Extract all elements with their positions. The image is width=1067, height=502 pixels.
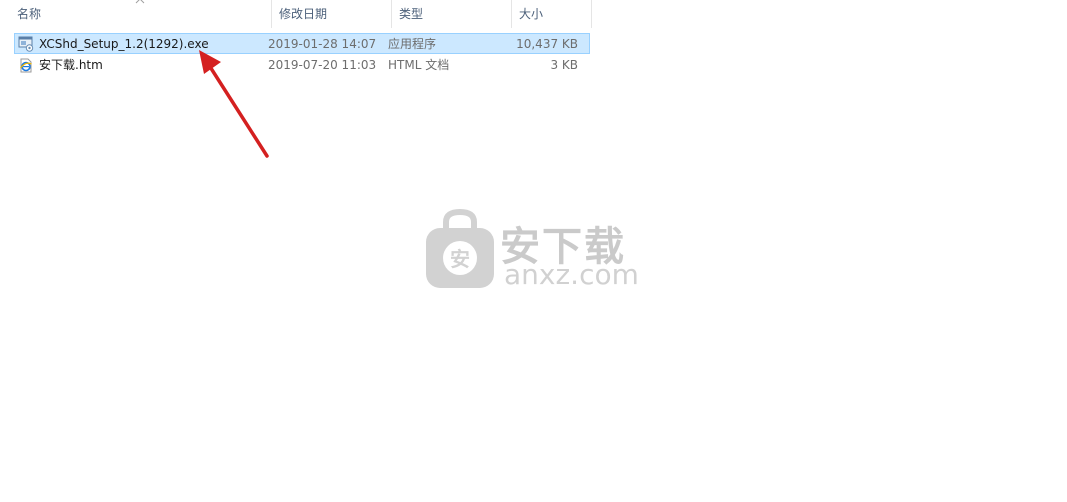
column-header-size-label: 大小 bbox=[519, 7, 544, 21]
file-date: 2019-01-28 14:07 bbox=[268, 36, 377, 51]
column-header-name[interactable]: 名称 bbox=[0, 0, 272, 28]
watermark: 安 安下载 anxz.com bbox=[424, 208, 644, 292]
column-header-date[interactable]: 修改日期 bbox=[272, 0, 392, 28]
column-header: 名称 修改日期 类型 大小 bbox=[0, 0, 592, 28]
file-type: HTML 文档 bbox=[388, 58, 450, 72]
file-size: 10,437 KB bbox=[516, 36, 578, 51]
column-header-date-label: 修改日期 bbox=[279, 7, 328, 21]
file-row-htm[interactable]: 安下载.htm 2019-07-20 11:03 HTML 文档 3 KB bbox=[14, 54, 590, 75]
file-name: 安下载.htm bbox=[39, 58, 103, 72]
file-size: 3 KB bbox=[550, 57, 578, 72]
ie-html-icon bbox=[20, 58, 32, 72]
column-header-type[interactable]: 类型 bbox=[392, 0, 512, 28]
file-type: 应用程序 bbox=[388, 37, 437, 51]
watermark-badge: 安 bbox=[450, 247, 470, 271]
watermark-text-en: anxz.com bbox=[504, 258, 639, 291]
file-row-exe[interactable]: XCShd_Setup_1.2(1292).exe 2019-01-28 14:… bbox=[14, 33, 590, 54]
column-header-type-label: 类型 bbox=[399, 7, 424, 21]
file-name: XCShd_Setup_1.2(1292).exe bbox=[39, 36, 209, 51]
watermark-lock-icon: 安 bbox=[426, 208, 494, 288]
file-date: 2019-07-20 11:03 bbox=[268, 57, 377, 72]
exe-installer-icon bbox=[18, 36, 34, 52]
sort-ascending-icon bbox=[135, 0, 145, 4]
red-arrow-annotation-icon bbox=[199, 50, 269, 158]
column-header-size[interactable]: 大小 bbox=[512, 0, 592, 28]
file-explorer-view: 名称 修改日期 类型 大小 XCShd_Setup_1.2(1292).exe bbox=[0, 0, 1067, 502]
column-header-name-label: 名称 bbox=[17, 7, 42, 21]
file-list: XCShd_Setup_1.2(1292).exe 2019-01-28 14:… bbox=[14, 33, 590, 75]
